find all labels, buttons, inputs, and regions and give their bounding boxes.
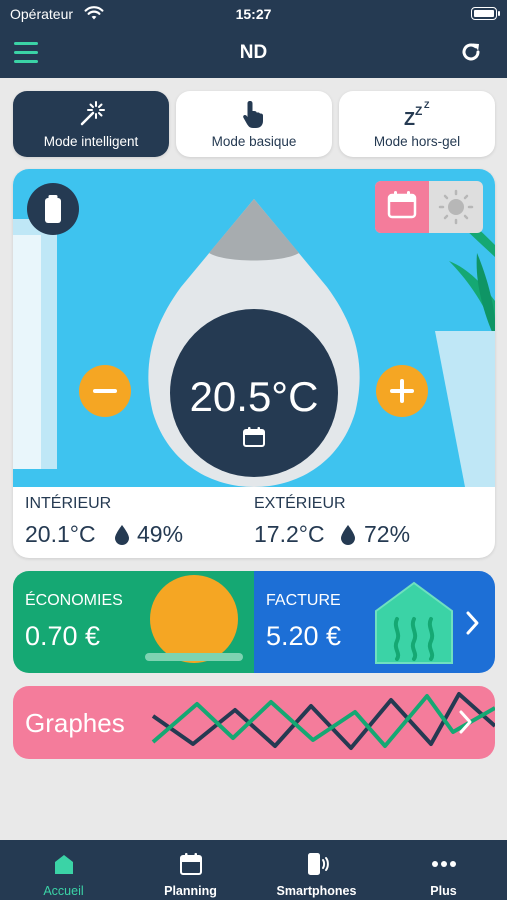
sun-mode-button[interactable] (429, 181, 483, 233)
bill-amount: 5.20 € (266, 621, 342, 651)
exterior-temp: 17.2°C (254, 521, 325, 547)
schedule-calendar-icon (243, 427, 265, 447)
calendar-icon (179, 853, 202, 875)
tab-accueil-label: Accueil (43, 884, 84, 898)
exterior-humidity: 72% (364, 521, 411, 547)
tab-smartphones-label: Smartphones (276, 884, 357, 898)
calendar-icon (387, 191, 417, 219)
tab-planning-label: Planning (164, 884, 217, 898)
battery-icon (45, 195, 61, 223)
schedule-mode-toggle (375, 181, 483, 233)
top-bar: Opérateur 15:27 ND (0, 0, 507, 78)
tab-plus[interactable]: Plus (380, 840, 507, 900)
magic-wand-icon (80, 101, 105, 126)
graphs-label: Graphes (25, 708, 125, 738)
interior-temp: 20.1°C (25, 521, 96, 547)
chevron-right-icon (459, 710, 472, 734)
sleep-zzz-icon: Z Z Z (404, 100, 430, 129)
bill-panel[interactable]: FACTURE 5.20 € (254, 571, 495, 673)
exterior-label: EXTÉRIEUR (254, 495, 346, 512)
sun-icon (438, 189, 474, 225)
mode-hors-gel-button[interactable]: Z Z Z Mode hors-gel (339, 91, 495, 157)
tab-plus-label: Plus (430, 884, 457, 898)
thermostat-card: 20.5°C INTÉRIEUR 20.1°C 49% EXTÉRIEUR 17… (13, 169, 495, 558)
savings-label: ÉCONOMIES (25, 592, 123, 609)
readings-panel: INTÉRIEUR 20.1°C 49% EXTÉRIEUR 17.2°C 72… (13, 487, 495, 558)
graphs-button[interactable]: Graphes (13, 686, 495, 759)
more-dots-icon (431, 861, 456, 867)
humidity-drop-icon (341, 525, 355, 545)
tab-accueil[interactable]: Accueil (0, 840, 127, 900)
mode-selector: Mode intelligent Mode basique Z Z Z Mode… (13, 91, 495, 157)
hand-pointer-icon (243, 101, 263, 128)
savings-amount: 0.70 € (25, 621, 101, 651)
tab-bar: Accueil Planning Smartphones Plus (0, 840, 507, 900)
setpoint-temperature: 20.5°C (189, 373, 319, 420)
refresh-icon[interactable] (459, 40, 483, 64)
mode-hors-gel-label: Mode hors-gel (373, 134, 461, 149)
tab-smartphones[interactable]: Smartphones (253, 840, 380, 900)
humidity-drop-icon (115, 525, 129, 545)
savings-bill-card: ÉCONOMIES 0.70 € FACTURE 5.20 € (13, 571, 495, 673)
tab-planning[interactable]: Planning (127, 840, 254, 900)
svg-text:Z: Z (404, 109, 415, 127)
page-title: ND (239, 42, 268, 63)
thermostat-scene: 20.5°C (13, 169, 495, 487)
battery-badge (27, 183, 79, 235)
savings-panel[interactable]: ÉCONOMIES 0.70 € (13, 571, 254, 673)
smartphone-icon (307, 853, 329, 875)
interior-label: INTÉRIEUR (25, 495, 112, 512)
mode-basique-button[interactable]: Mode basique (176, 91, 332, 157)
svg-text:Z: Z (424, 100, 430, 110)
calendar-mode-button[interactable] (375, 181, 429, 233)
svg-text:Z: Z (415, 104, 422, 118)
status-bar: Opérateur 15:27 (0, 5, 507, 25)
mode-basique-label: Mode basique (211, 134, 297, 149)
clock: 15:27 (235, 6, 272, 22)
bill-label: FACTURE (266, 592, 341, 609)
home-icon (54, 855, 73, 874)
interior-humidity: 49% (137, 521, 184, 547)
chevron-right-icon (466, 611, 479, 635)
mode-intelligent-button[interactable]: Mode intelligent (13, 91, 169, 157)
mode-intelligent-label: Mode intelligent (43, 134, 139, 149)
battery-status-icon (471, 7, 500, 20)
